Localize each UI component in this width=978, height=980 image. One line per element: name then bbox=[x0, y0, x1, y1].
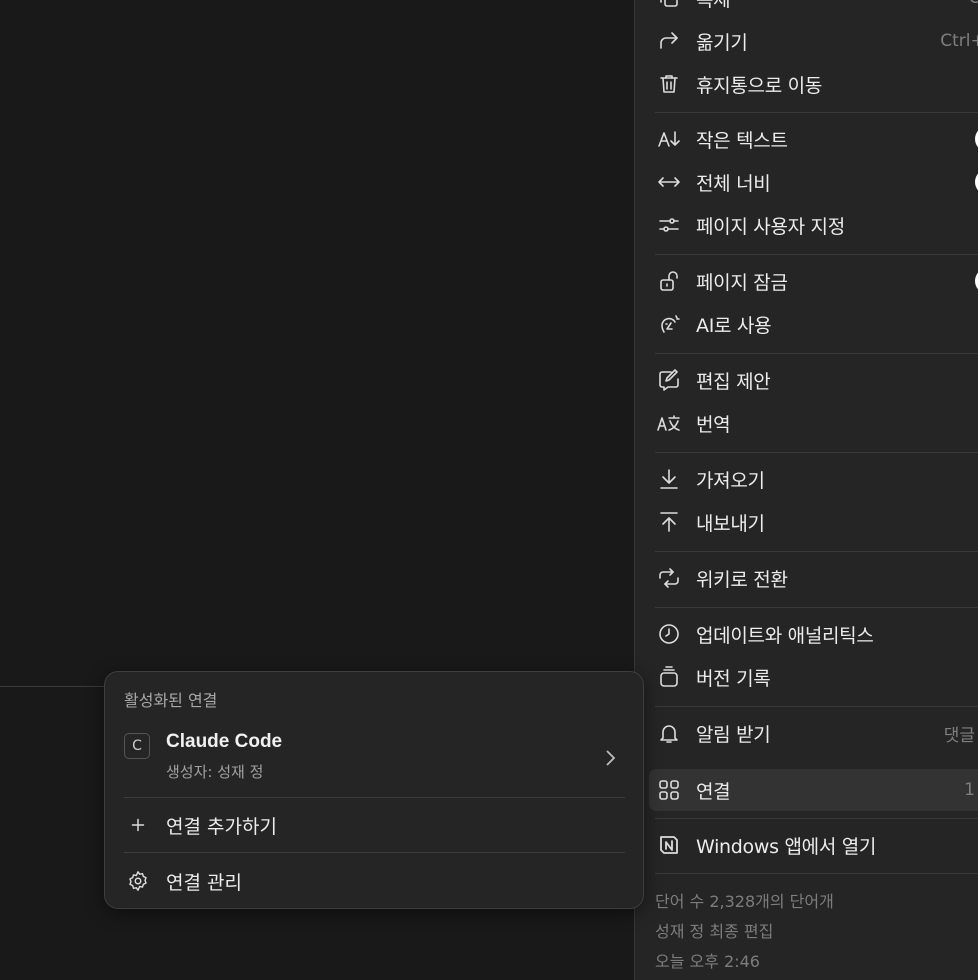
menu-item-move[interactable]: 옮기기 Ctrl+⇧ bbox=[655, 23, 978, 59]
menu-item-use-ai[interactable]: AI로 사용 bbox=[655, 306, 978, 342]
last-edited-time: 오늘 오후 2:46 bbox=[655, 952, 760, 971]
menu-item-notifications[interactable]: 알림 받기 댓글 bbox=[655, 715, 978, 751]
connections-popup: 활성화된 연결 C Claude Code 생성자: 성재 정 연결 추가하기 … bbox=[104, 671, 644, 909]
menu-item-import[interactable]: 가져오기 bbox=[655, 461, 978, 497]
menu-item-lock-page[interactable]: 페이지 잠금 bbox=[655, 263, 978, 299]
last-edited-by: 성재 정 최종 편집 bbox=[655, 922, 774, 941]
word-count: 단어 수 2,328개의 단어개 bbox=[655, 892, 834, 911]
menu-separator bbox=[655, 452, 978, 453]
connection-creator: 생성자: 성재 정 bbox=[166, 763, 264, 781]
menu-separator bbox=[655, 112, 978, 113]
menu-item-trash[interactable]: 휴지통으로 이동 bbox=[655, 66, 978, 102]
menu-item-export[interactable]: 내보내기 bbox=[655, 504, 978, 540]
small-text-icon bbox=[655, 125, 683, 153]
connection-name: Claude Code bbox=[166, 731, 283, 752]
unlock-icon bbox=[655, 267, 683, 295]
connection-letter-icon: C bbox=[124, 733, 150, 759]
grid-icon bbox=[655, 776, 683, 804]
menu-separator bbox=[655, 818, 978, 819]
gear-icon bbox=[124, 870, 152, 892]
trash-icon bbox=[655, 70, 683, 98]
menu-item-connections[interactable]: 연결 1 bbox=[655, 772, 978, 808]
add-connection-button[interactable]: 연결 추가하기 bbox=[124, 807, 277, 843]
clock-icon bbox=[655, 620, 683, 648]
manage-connections-button[interactable]: 연결 관리 bbox=[124, 863, 242, 899]
background-divider bbox=[0, 686, 110, 687]
menu-separator bbox=[655, 353, 978, 354]
import-icon bbox=[655, 465, 683, 493]
menu-separator bbox=[655, 607, 978, 608]
menu-separator bbox=[655, 254, 978, 255]
plus-icon bbox=[124, 814, 152, 836]
menu-item-full-width[interactable]: 전체 너비 bbox=[655, 164, 978, 200]
menu-separator bbox=[655, 706, 978, 707]
popup-heading: 활성화된 연결 bbox=[124, 691, 218, 710]
popup-separator bbox=[124, 852, 625, 853]
duplicate-icon bbox=[655, 0, 683, 12]
bell-icon bbox=[655, 719, 683, 747]
export-icon bbox=[655, 508, 683, 536]
menu-item-duplicate[interactable]: 복제 Ctrl bbox=[655, 0, 978, 16]
chevron-right-icon[interactable] bbox=[603, 747, 617, 769]
menu-item-small-text[interactable]: 작은 텍스트 bbox=[655, 121, 978, 157]
popup-separator bbox=[124, 797, 625, 798]
menu-separator bbox=[655, 873, 978, 874]
move-arrow-icon bbox=[655, 27, 683, 55]
menu-item-updates-analytics[interactable]: 업데이트와 애널리틱스 bbox=[655, 616, 978, 652]
menu-item-customize[interactable]: 페이지 사용자 지정 bbox=[655, 207, 978, 243]
menu-item-suggest-edits[interactable]: 편집 제안 bbox=[655, 362, 978, 398]
translate-icon bbox=[655, 409, 683, 437]
sliders-icon bbox=[655, 211, 683, 239]
menu-item-convert-wiki[interactable]: 위키로 전환 bbox=[655, 560, 978, 596]
page-options-menu: 복제 Ctrl 옮기기 Ctrl+⇧ 휴지통으로 이동 작은 텍스트 전체 너비… bbox=[634, 0, 978, 980]
menu-item-translate[interactable]: 번역 bbox=[655, 405, 978, 441]
convert-icon bbox=[655, 564, 683, 592]
menu-separator bbox=[655, 551, 978, 552]
menu-item-open-windows-app[interactable]: Windows 앱에서 열기 bbox=[655, 827, 978, 863]
history-icon bbox=[655, 663, 683, 691]
menu-item-version-history[interactable]: 버전 기록 bbox=[655, 659, 978, 695]
suggest-edit-icon bbox=[655, 366, 683, 394]
ai-face-icon bbox=[655, 310, 683, 338]
full-width-icon bbox=[655, 168, 683, 196]
notion-logo-icon bbox=[655, 831, 683, 859]
